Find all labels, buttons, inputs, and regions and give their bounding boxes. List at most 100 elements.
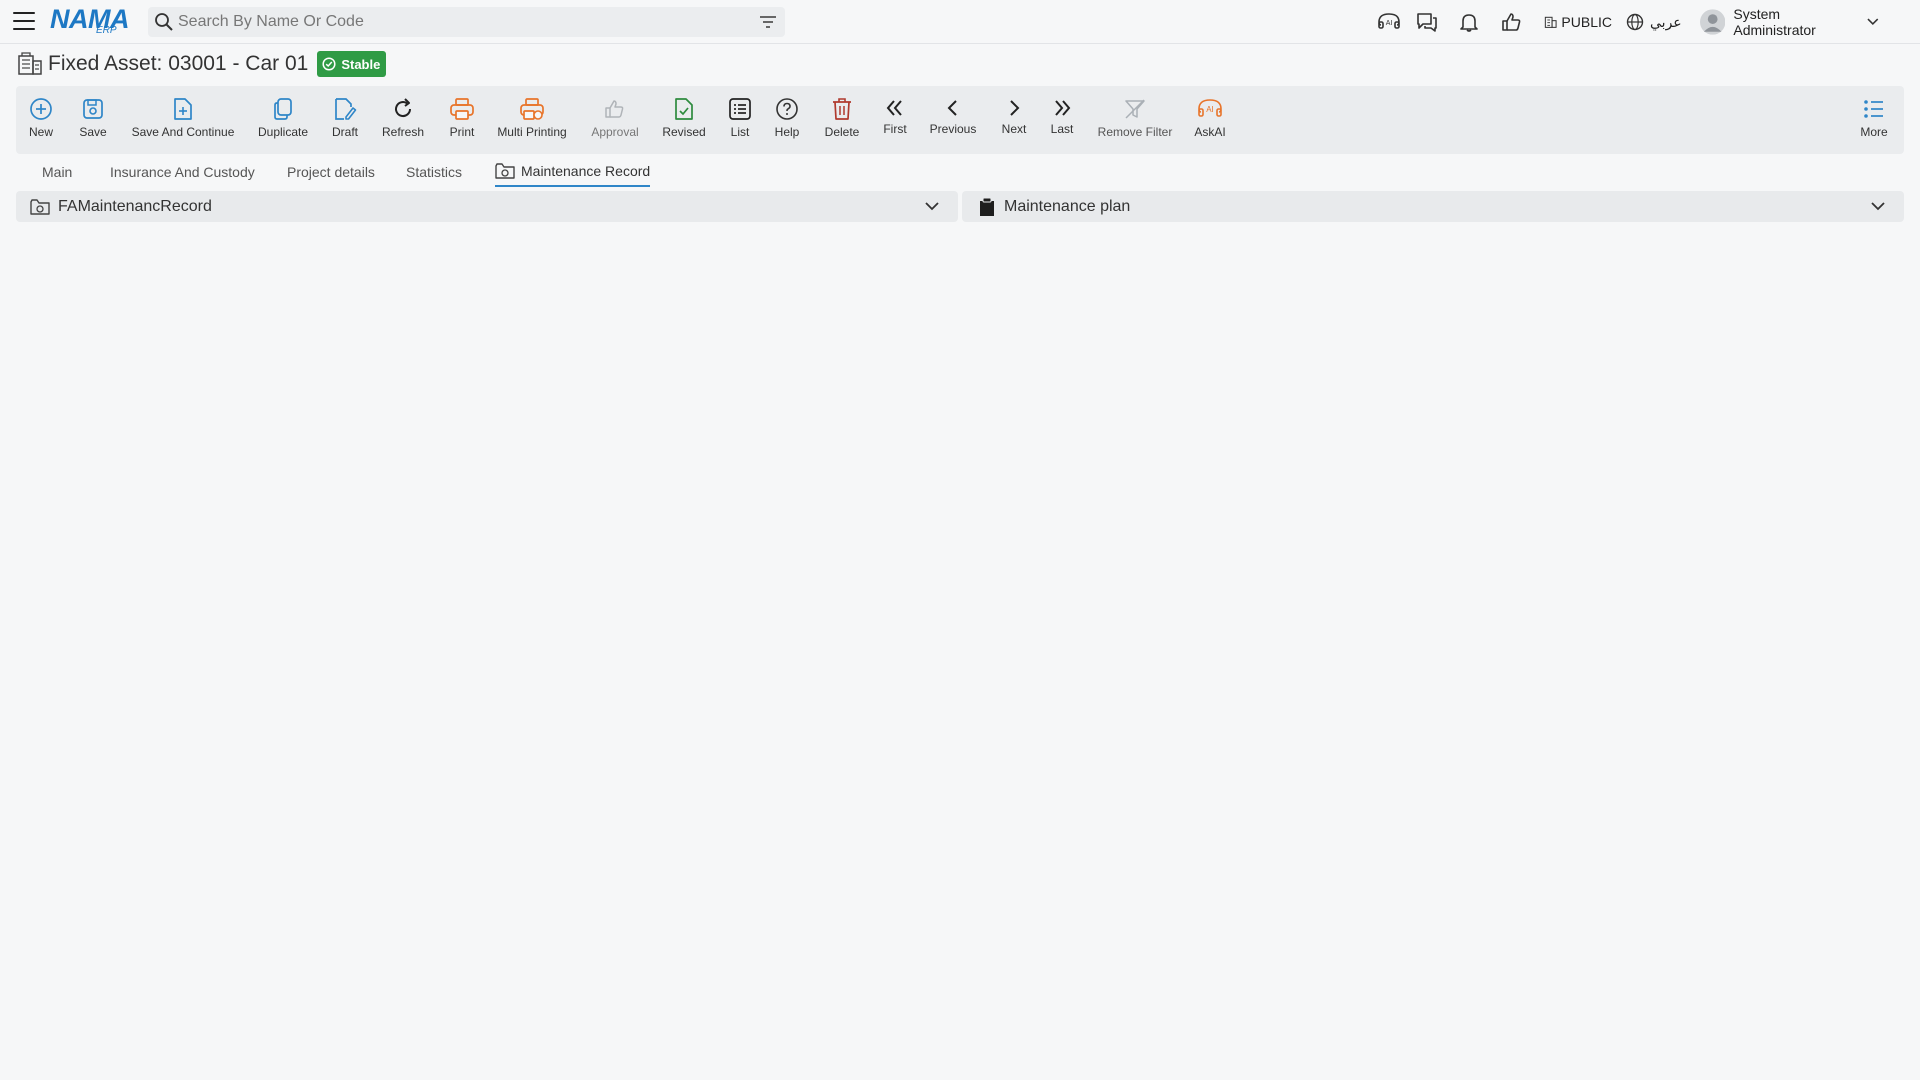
draft-button[interactable]: Draft <box>330 86 360 154</box>
clipboard-icon <box>980 197 994 216</box>
filter-icon[interactable] <box>759 13 777 36</box>
help-icon <box>776 98 798 120</box>
tab-insurance-and-custody[interactable]: Insurance And Custody <box>110 157 255 187</box>
remove-filter-label: Remove Filter <box>1097 125 1173 139</box>
save-button[interactable]: Save <box>78 86 108 154</box>
help-button[interactable]: Help <box>772 86 802 154</box>
tab-project-details[interactable]: Project details <box>287 157 375 187</box>
ask-ai-label: AskAI <box>1194 125 1226 139</box>
next-label: Next <box>1001 122 1027 136</box>
building-icon <box>1544 16 1557 28</box>
tab-maintenance-record[interactable]: Maintenance Record <box>495 157 651 187</box>
user-name: System Administrator <box>1733 6 1816 38</box>
panel-fa-maintenance-record[interactable]: FAMaintenancRecord <box>16 191 958 222</box>
tab-label: Maintenance Record <box>521 163 651 179</box>
plus-circle-icon <box>30 98 52 120</box>
previous-label: Previous <box>929 122 977 136</box>
new-label: New <box>28 125 53 139</box>
document-plus-icon <box>174 98 192 120</box>
remove-filter-button[interactable]: Remove Filter <box>1096 86 1174 154</box>
chevron-left-icon <box>947 100 957 116</box>
printer-icon <box>450 98 474 120</box>
tab-label: Insurance And Custody <box>110 164 255 180</box>
double-chevron-right-icon <box>1055 100 1071 116</box>
chevron-down-icon <box>1867 18 1879 26</box>
search-input[interactable] <box>178 11 738 33</box>
approval-label: Approval <box>591 125 639 139</box>
folder-camera-icon <box>495 163 515 179</box>
language-label: عربي <box>1650 13 1682 30</box>
search-icon[interactable] <box>154 12 174 37</box>
draft-label: Draft <box>331 125 358 139</box>
status-badge: Stable <box>317 51 387 77</box>
help-label: Help <box>774 125 800 139</box>
refresh-label: Refresh <box>381 125 425 139</box>
logo-text: NAMA <box>50 4 130 34</box>
user-menu[interactable]: System Administrator <box>1690 0 1880 44</box>
status-text: Stable <box>341 56 381 72</box>
next-button[interactable]: Next <box>999 86 1029 154</box>
refresh-icon <box>395 98 412 118</box>
last-label: Last <box>1050 122 1074 136</box>
print-label: Print <box>449 125 475 139</box>
branch-selector[interactable]: PUBLIC <box>1532 0 1612 44</box>
approval-thumb-icon <box>605 100 624 118</box>
ai-headset-icon: AI <box>1198 99 1222 117</box>
thumbs-up-icon[interactable] <box>1490 0 1532 44</box>
first-button[interactable]: First <box>882 86 908 154</box>
chevron-down-icon[interactable] <box>924 199 940 213</box>
remove-filter-icon <box>1125 99 1145 119</box>
delete-button[interactable]: Delete <box>822 86 862 154</box>
save-and-continue-button[interactable]: Save And Continue <box>131 86 235 154</box>
folder-camera-icon <box>30 198 50 215</box>
list-button[interactable]: List <box>727 86 753 154</box>
more-list-icon <box>1864 100 1883 118</box>
panel-maintenance-plan[interactable]: Maintenance plan <box>962 191 1904 222</box>
fixed-asset-icon <box>18 52 42 75</box>
previous-button[interactable]: Previous <box>928 86 978 154</box>
check-circle-icon <box>322 57 336 71</box>
multi-printing-button[interactable]: Multi Printing <box>495 86 569 154</box>
trash-icon <box>833 98 851 120</box>
tab-statistics[interactable]: Statistics <box>406 157 462 187</box>
globe-icon <box>1626 13 1644 31</box>
app-logo[interactable]: NAMA ERP <box>50 4 134 38</box>
tab-label: Project details <box>287 164 375 180</box>
new-button[interactable]: New <box>28 86 54 154</box>
refresh-button[interactable]: Refresh <box>380 86 426 154</box>
print-button[interactable]: Print <box>447 86 477 154</box>
panel-title: Maintenance plan <box>1004 197 1131 215</box>
svg-text:AI: AI <box>1386 20 1393 27</box>
tab-main[interactable]: Main <box>42 157 72 187</box>
chevron-down-icon[interactable] <box>1870 199 1886 213</box>
chat-icon[interactable] <box>1406 0 1448 44</box>
more-label: More <box>1860 125 1888 139</box>
ai-icon[interactable]: AI <box>1372 0 1406 44</box>
multi-printer-icon <box>520 98 544 120</box>
save-icon <box>83 99 103 119</box>
language-toggle[interactable]: عربي <box>1612 0 1690 44</box>
approval-button[interactable]: Approval <box>589 86 641 154</box>
duplicate-label: Duplicate <box>257 125 309 139</box>
menu-icon[interactable] <box>13 12 35 30</box>
branch-label: PUBLIC <box>1561 14 1612 30</box>
revised-label: Revised <box>662 125 706 139</box>
toolbar: New Save Save And Continue Duplicate Dra… <box>16 86 1904 154</box>
header-actions: AI PUBLIC عربي System Administrator <box>1372 0 1880 44</box>
list-label: List <box>730 125 750 139</box>
last-button[interactable]: Last <box>1048 86 1076 154</box>
top-bar: NAMA ERP AI PUBLIC عربي <box>0 0 1920 44</box>
copy-icon <box>274 98 292 120</box>
ask-ai-button[interactable]: AI AskAI <box>1193 86 1227 154</box>
duplicate-button[interactable]: Duplicate <box>257 86 309 154</box>
chevron-right-icon <box>1010 100 1020 116</box>
multi-printing-label: Multi Printing <box>497 125 567 139</box>
bell-icon[interactable] <box>1448 0 1490 44</box>
search-bar <box>148 7 785 37</box>
document-check-icon <box>675 98 693 120</box>
save-label: Save <box>79 125 107 139</box>
tab-label: Main <box>42 164 73 180</box>
svg-text:AI: AI <box>1206 105 1214 114</box>
revised-button[interactable]: Revised <box>661 86 707 154</box>
more-button[interactable]: More <box>1858 86 1890 154</box>
